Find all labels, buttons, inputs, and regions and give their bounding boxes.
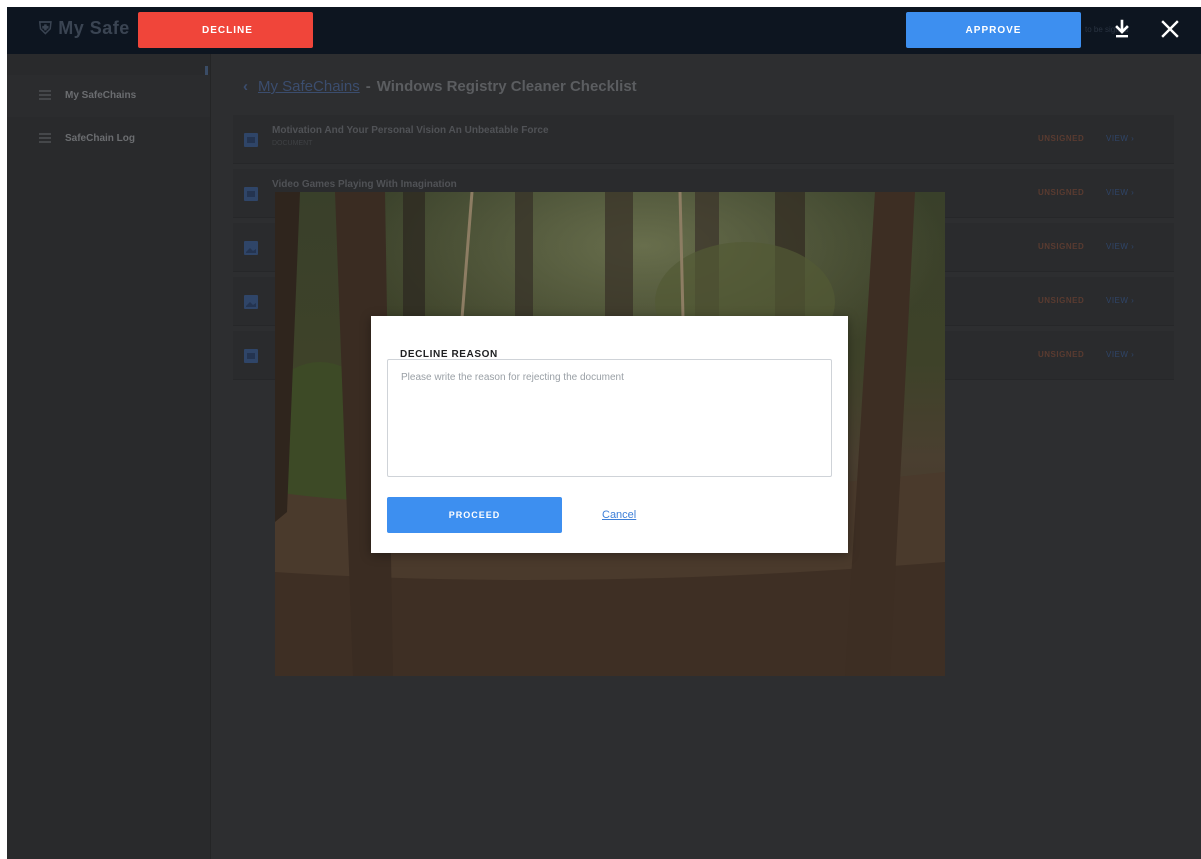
sidebar-item-label: My SafeChains xyxy=(65,90,137,101)
top-bar: ⛨ My Safe DECLINE APPROVE to be signed xyxy=(7,7,1201,54)
status-badge: UNSIGNED xyxy=(1038,242,1085,251)
brand-name: My Safe xyxy=(58,18,130,38)
download-icon[interactable] xyxy=(1111,18,1133,40)
breadcrumb-separator: - xyxy=(365,78,371,95)
breadcrumb-link[interactable]: My SafeChains xyxy=(258,78,360,95)
status-badge: UNSIGNED xyxy=(1038,350,1085,359)
list-icon xyxy=(39,90,51,100)
status-badge: UNSIGNED xyxy=(1038,188,1085,197)
proceed-button[interactable]: PROCEED xyxy=(387,497,562,533)
sidebar-item-safechain-log[interactable]: SafeChain Log xyxy=(7,118,210,160)
list-item[interactable]: Motivation And Your Personal Vision An U… xyxy=(233,115,1174,164)
page-title: Windows Registry Cleaner Checklist xyxy=(376,78,637,95)
document-title: Motivation And Your Personal Vision An U… xyxy=(272,125,549,136)
sidebar-item-my-safechains[interactable]: My SafeChains xyxy=(7,75,210,117)
decline-reason-dialog: DECLINE REASON PROCEED Cancel xyxy=(371,316,848,553)
sidebar-item-label: SafeChain Log xyxy=(65,133,136,144)
view-link[interactable]: VIEW › xyxy=(1106,134,1134,143)
image-file-icon xyxy=(244,241,258,255)
document-subtitle: DOCUMENT xyxy=(272,140,313,147)
sidebar: My SafeChains SafeChain Log xyxy=(7,54,211,859)
document-icon xyxy=(244,133,258,147)
view-link[interactable]: VIEW › xyxy=(1106,242,1134,251)
back-arrow-icon[interactable]: ‹ xyxy=(243,78,248,95)
status-badge: UNSIGNED xyxy=(1038,134,1085,143)
list-icon xyxy=(39,133,51,143)
cancel-link[interactable]: Cancel xyxy=(602,509,636,521)
breadcrumb: ‹ My SafeChains - Windows Registry Cleaner … xyxy=(243,78,637,95)
view-link[interactable]: VIEW › xyxy=(1106,188,1134,197)
document-icon xyxy=(244,349,258,363)
shield-icon: ⛨ xyxy=(39,19,53,38)
status-badge: UNSIGNED xyxy=(1038,296,1085,305)
brand-logo: ⛨ My Safe xyxy=(39,18,130,39)
document-title: Video Games Playing With Imagination xyxy=(272,179,457,190)
decline-reason-input[interactable] xyxy=(387,359,832,477)
decline-button[interactable]: DECLINE xyxy=(138,12,313,48)
image-file-icon xyxy=(244,295,258,309)
view-link[interactable]: VIEW › xyxy=(1106,296,1134,305)
app-window: ⛨ My Safe DECLINE APPROVE to be signed My… xyxy=(7,7,1201,859)
close-icon[interactable] xyxy=(1159,18,1181,40)
view-link[interactable]: VIEW › xyxy=(1106,350,1134,359)
document-icon xyxy=(244,187,258,201)
approve-button[interactable]: APPROVE xyxy=(906,12,1081,48)
